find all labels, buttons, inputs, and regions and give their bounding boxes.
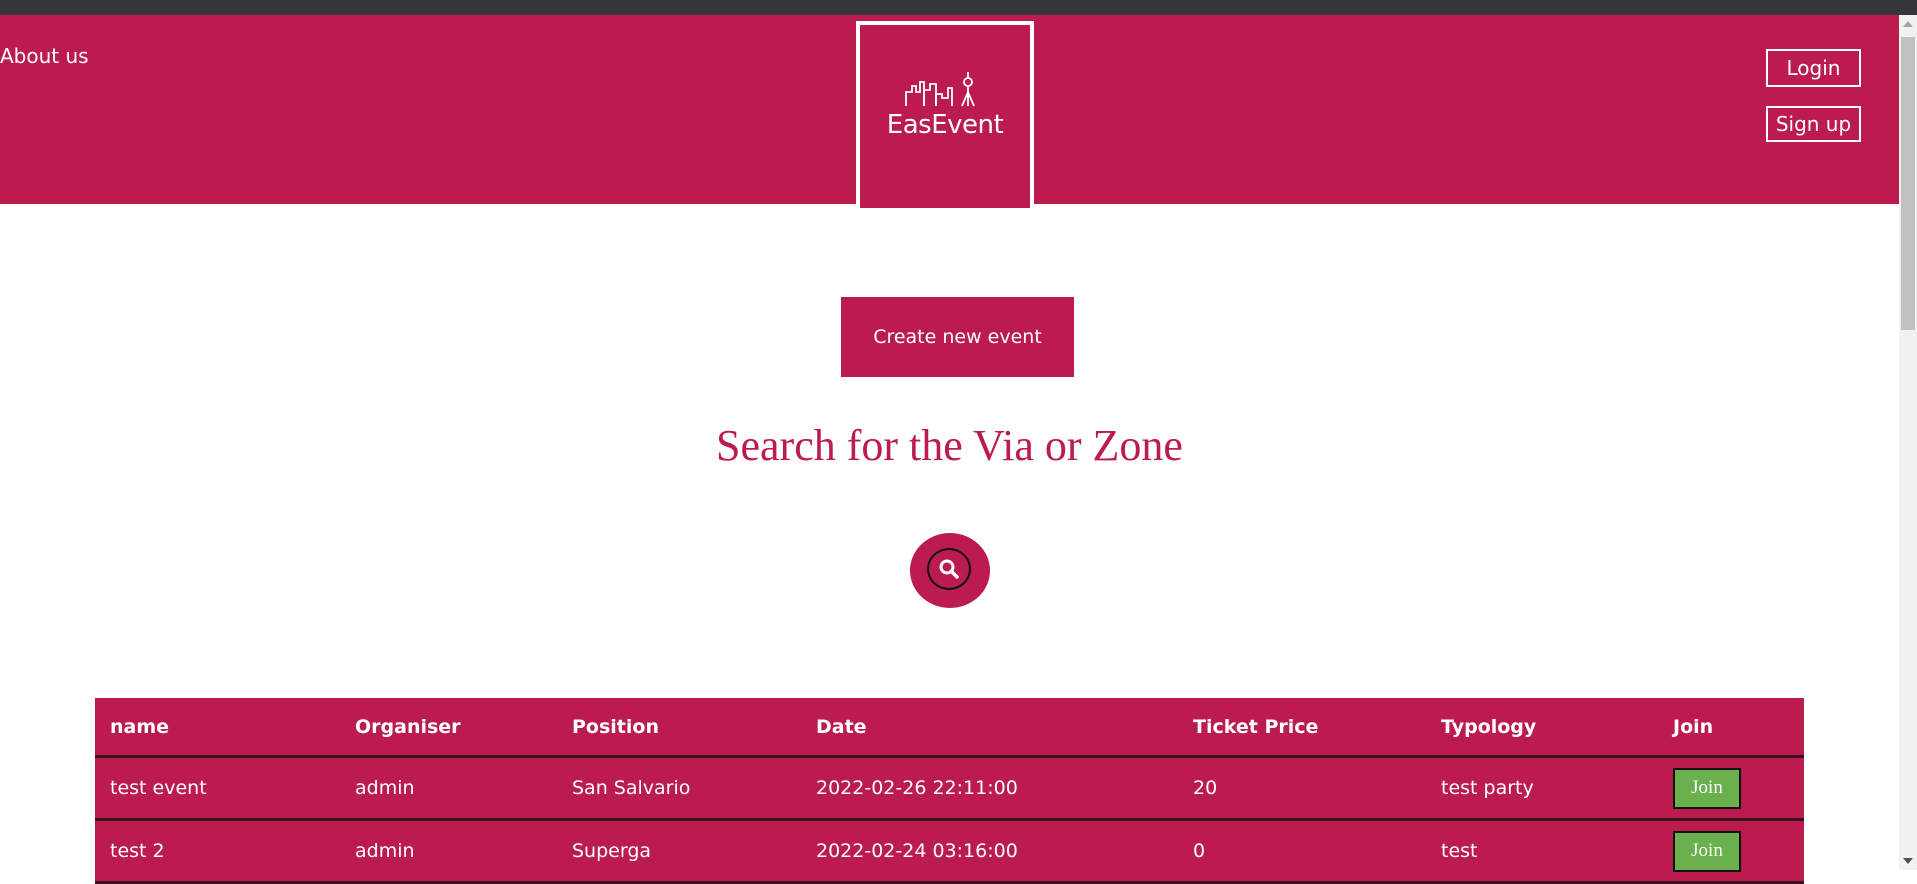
event-position: Superga <box>572 840 652 862</box>
event-date: 2022-02-24 03:16:00 <box>816 840 1018 862</box>
join-button[interactable]: Join <box>1673 830 1741 872</box>
header-ticket-price: Ticket Price <box>1193 715 1319 738</box>
logo[interactable]: EasEvent <box>856 21 1034 208</box>
search-icon-ring <box>927 548 971 590</box>
city-skyline-icon <box>905 72 975 107</box>
login-button[interactable]: Login <box>1766 49 1861 87</box>
logo-text: EasEvent <box>886 110 1004 140</box>
table-header-row: name Organiser Position Date Ticket Pric… <box>95 698 1804 758</box>
scroll-down-arrow-icon[interactable] <box>1903 858 1913 864</box>
event-position: San Salvario <box>572 777 691 799</box>
event-price: 20 <box>1193 777 1218 799</box>
join-cell: Join <box>1673 758 1741 818</box>
search-button[interactable] <box>910 533 990 608</box>
event-typology: test party <box>1441 777 1534 799</box>
header-position: Position <box>572 715 659 738</box>
browser-top-bar <box>0 0 1917 15</box>
create-event-button[interactable]: Create new event <box>841 297 1074 377</box>
header-typology: Typology <box>1441 715 1537 738</box>
search-icon <box>939 559 959 579</box>
table-row: test event admin San Salvario 2022-02-26… <box>95 758 1804 821</box>
join-button[interactable]: Join <box>1673 767 1741 809</box>
header-organiser: Organiser <box>355 715 461 738</box>
event-organiser: admin <box>355 840 415 862</box>
search-heading: Search for the Via or Zone <box>716 421 1183 470</box>
event-price: 0 <box>1193 840 1206 862</box>
scrollbar[interactable] <box>1899 15 1917 870</box>
table-row: test 2 admin Superga 2022-02-24 03:16:00… <box>95 821 1804 884</box>
event-name: test 2 <box>110 840 165 862</box>
site-header: About us EasEvent Login Sign up <box>0 15 1899 208</box>
header-date: Date <box>816 715 867 738</box>
event-date: 2022-02-26 22:11:00 <box>816 777 1018 799</box>
scrollbar-thumb[interactable] <box>1901 37 1915 330</box>
events-table: name Organiser Position Date Ticket Pric… <box>95 698 1804 884</box>
about-us-link[interactable]: About us <box>0 44 89 68</box>
event-organiser: admin <box>355 777 415 799</box>
header-name: name <box>110 715 170 738</box>
join-cell: Join <box>1673 821 1741 881</box>
event-name: test event <box>110 777 207 799</box>
event-typology: test <box>1441 840 1478 862</box>
header-join: Join <box>1673 715 1714 738</box>
signup-button[interactable]: Sign up <box>1766 106 1861 142</box>
scroll-up-arrow-icon[interactable] <box>1903 21 1913 27</box>
